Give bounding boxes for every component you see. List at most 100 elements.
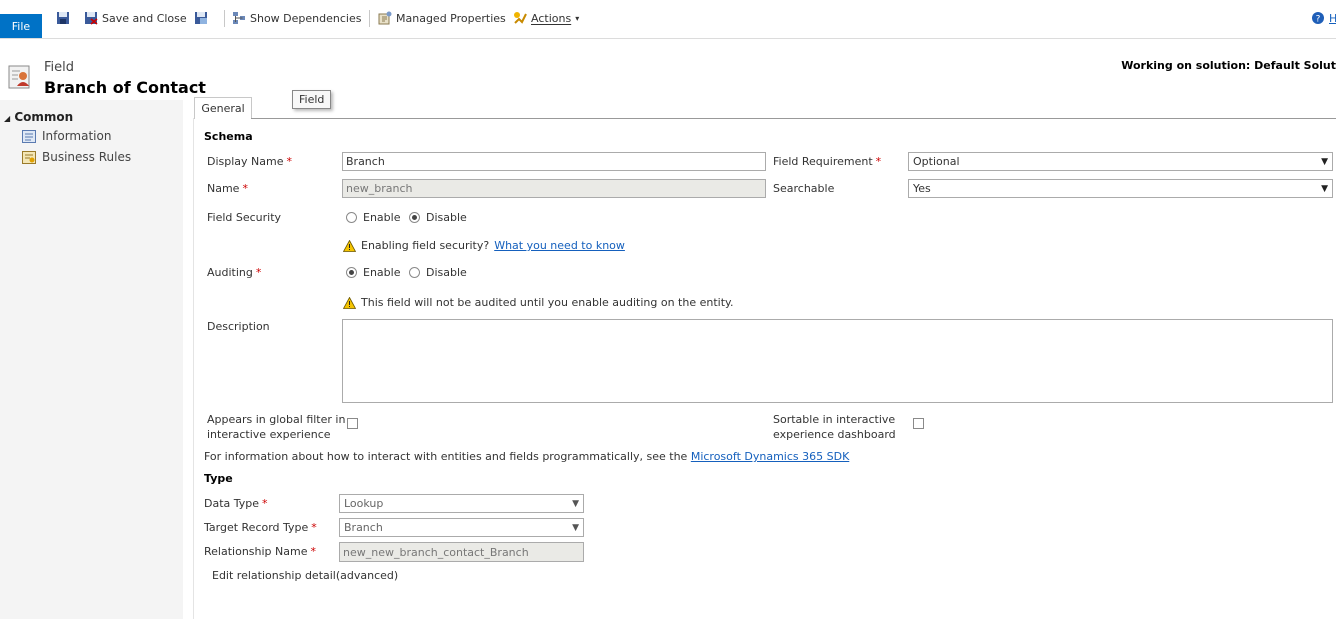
file-button[interactable]: File [0,14,42,38]
tab-general[interactable]: General [194,97,252,119]
solution-label: Working on solution: Default Solut [1121,59,1336,72]
save-close-icon [85,12,98,25]
auditing-label-text: Auditing [207,266,253,279]
global-filter-label-line: Appears in global filter in [207,413,346,426]
auditing-warning-text: This field will not be audited until you… [361,296,734,309]
warning-icon [343,239,356,252]
relationship-name-label-text: Relationship Name [204,545,308,558]
auditing-warning: This field will not be audited until you… [343,296,733,309]
nav-item-information[interactable]: Information [22,128,111,144]
sdk-info: For information about how to interact wi… [204,450,849,463]
auditing-enable-radio[interactable] [346,267,357,278]
required-marker: * [311,521,317,534]
auditing-label: Auditing * [207,266,261,279]
save-and-close-button[interactable]: Save and Close [84,10,187,26]
data-type-select[interactable]: Lookup ▼ [339,494,584,513]
save-and-close-label: Save and Close [102,11,187,25]
required-marker: * [262,497,268,510]
field-requirement-label: Field Requirement * [773,155,881,168]
name-input: new_branch [342,179,766,198]
radio-label: Disable [426,266,467,279]
chevron-down-icon: ▾ [575,13,580,23]
managed-properties-icon [378,11,392,25]
auditing-enable-option[interactable]: Enable [346,266,400,279]
sortable-checkbox[interactable] [913,418,924,429]
required-marker: * [286,155,293,168]
global-filter-label-line: interactive experience [207,428,331,441]
page-title: Branch of Contact [44,78,206,97]
business-rules-icon [22,150,36,164]
auditing-disable-option[interactable]: Disable [409,266,467,279]
help-icon: ? [1312,12,1324,25]
data-type-label-text: Data Type [204,497,260,510]
searchable-select[interactable]: Yes ▼ [908,179,1333,198]
searchable-label: Searchable [773,182,835,195]
nav-group-common[interactable]: ◢ Common [4,110,73,124]
display-name-label-text: Display Name [207,155,284,168]
field-security-enable-radio[interactable] [346,212,357,223]
actions-menu[interactable]: Actions ▾ [513,10,579,26]
managed-properties-button[interactable]: Managed Properties [378,10,506,26]
content-divider [193,118,194,619]
target-record-type-value: Branch [344,521,383,534]
field-security-warning: Enabling field security? What you need t… [343,239,625,252]
save-as-button[interactable] [194,10,208,26]
edit-relationship-link[interactable]: Edit relationship detail(advanced) [212,569,398,582]
entity-field-icon [8,65,30,89]
save-button[interactable] [56,10,70,26]
sdk-link[interactable]: Microsoft Dynamics 365 SDK [691,450,849,463]
actions-label: Actions [531,11,572,25]
name-label-text: Name [207,182,240,195]
field-security-disable-option[interactable]: Disable [409,211,467,224]
help-button[interactable]: ? H [1311,10,1336,26]
collapse-triangle-icon: ◢ [4,114,11,123]
field-requirement-select[interactable]: Optional ▼ [908,152,1333,171]
relationship-name-label: Relationship Name * [204,545,316,558]
field-security-disable-radio[interactable] [409,212,420,223]
global-filter-label: Appears in global filter in interactive … [207,412,345,442]
show-dependencies-button[interactable]: Show Dependencies [232,10,361,26]
nav-item-label: Business Rules [42,150,132,164]
nav-item-business-rules[interactable]: Business Rules [22,149,131,165]
dropdown-arrow-icon: ▼ [572,498,579,509]
radio-label: Disable [426,211,467,224]
data-type-label: Data Type * [204,497,268,510]
what-you-need-to-know-link[interactable]: What you need to know [494,239,625,252]
actions-icon [514,12,527,24]
managed-properties-label: Managed Properties [396,11,506,25]
show-dependencies-label: Show Dependencies [250,11,362,25]
sortable-label-line: experience dashboard [773,428,896,441]
tab-underline [251,118,1336,119]
required-marker: * [242,182,248,195]
field-requirement-label-text: Field Requirement [773,155,873,168]
target-record-type-select[interactable]: Branch ▼ [339,518,584,537]
dropdown-arrow-icon: ▼ [1321,156,1328,167]
display-name-label: Display Name * [207,155,292,168]
nav-item-label: Information [42,129,112,143]
svg-text:?: ? [1316,15,1321,25]
required-marker: * [255,266,262,279]
field-security-warning-text: Enabling field security? [361,239,490,252]
nav-group-label: Common [14,110,74,124]
entity-type-label: Field [44,60,75,75]
tooltip: Field [292,90,332,109]
required-marker: * [310,545,316,558]
display-name-input[interactable]: Branch [342,152,766,171]
toolbar-separator [224,10,225,27]
description-label: Description [207,320,270,333]
field-security-enable-option[interactable]: Enable [346,211,400,224]
target-record-type-label: Target Record Type * [204,521,317,534]
sortable-label-line: Sortable in interactive [773,413,896,426]
global-filter-checkbox[interactable] [347,418,358,429]
auditing-disable-radio[interactable] [409,267,420,278]
description-textarea[interactable] [342,319,1333,403]
relationship-name-input: new_new_branch_contact_Branch [339,542,584,562]
warning-icon [343,296,356,309]
name-label: Name * [207,182,248,195]
searchable-value: Yes [913,182,931,195]
information-icon [22,129,36,143]
required-marker: * [875,155,882,168]
sortable-label: Sortable in interactive experience dashb… [773,412,896,442]
target-record-type-label-text: Target Record Type [204,521,309,534]
save-icon [57,12,69,24]
